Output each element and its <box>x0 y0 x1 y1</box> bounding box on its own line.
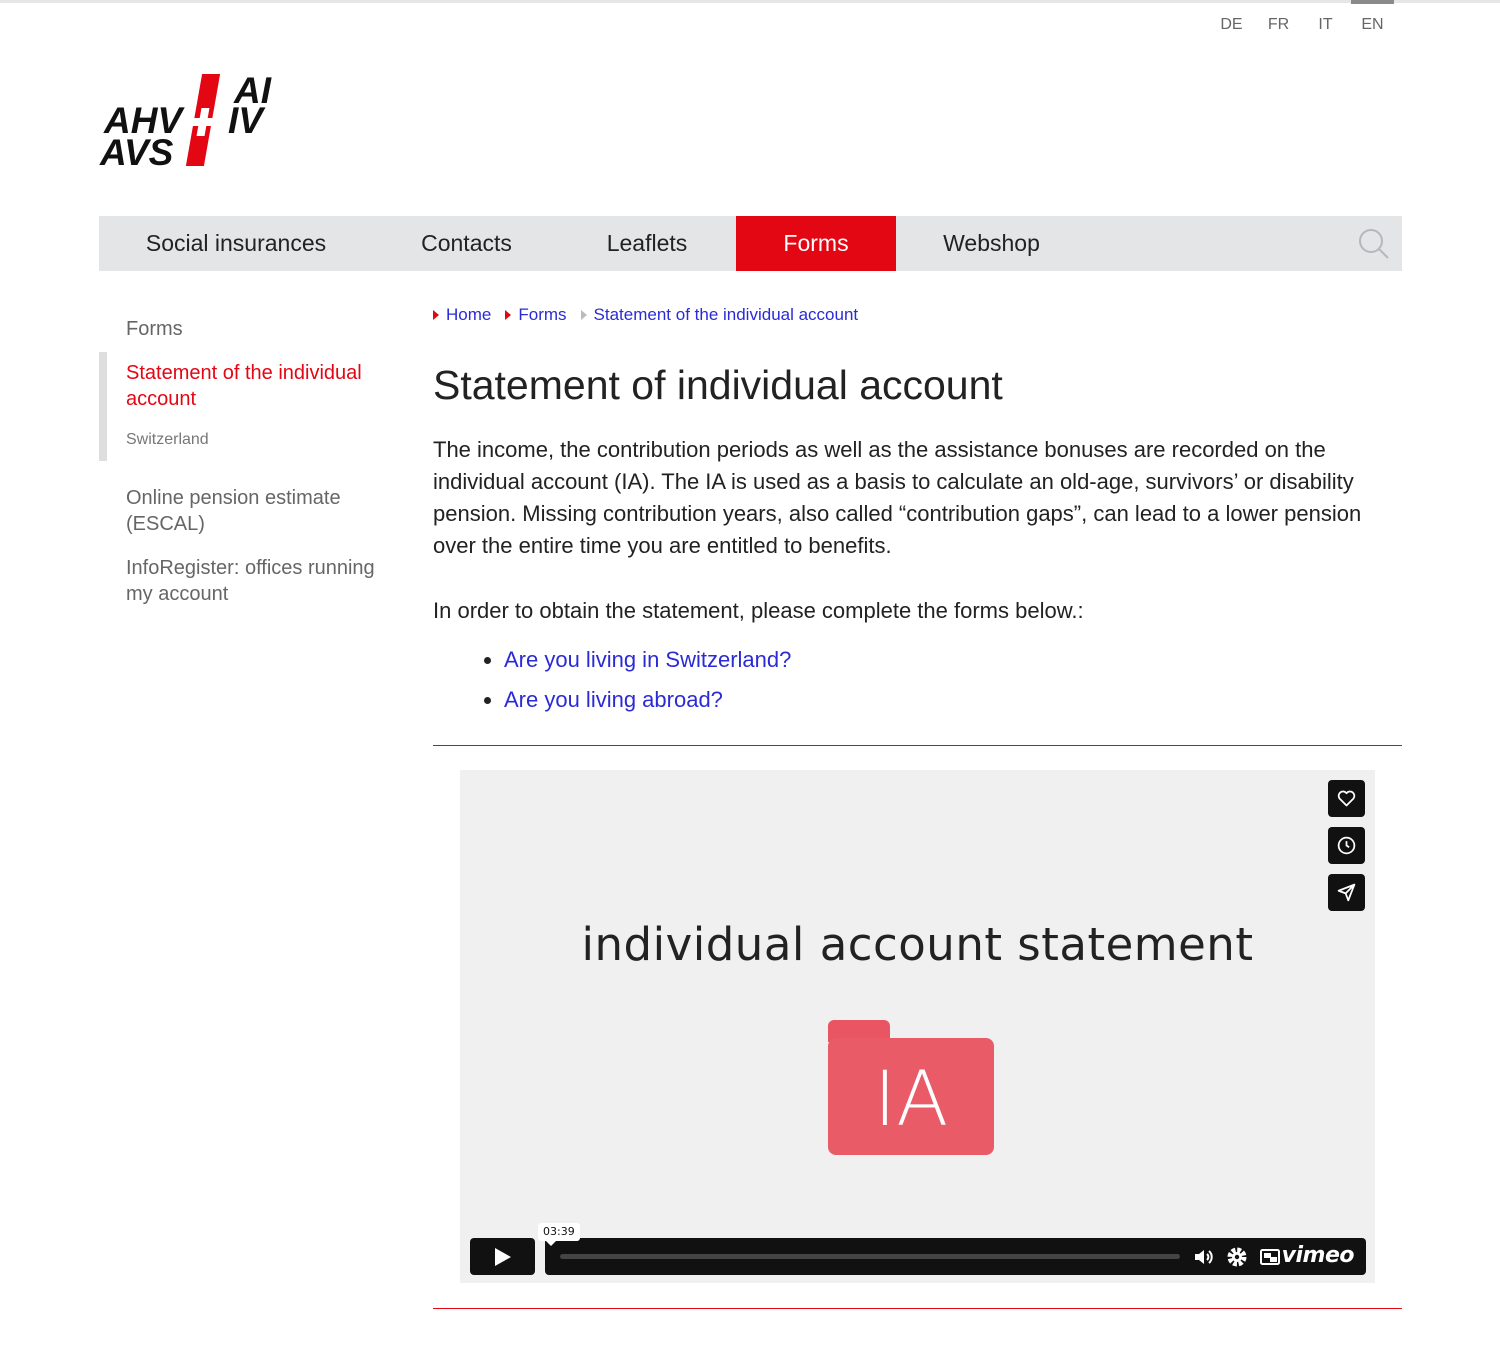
vimeo-logo[interactable]: vimeo <box>1282 1243 1355 1268</box>
send-icon[interactable] <box>1328 874 1365 911</box>
video-title: individual account statement <box>581 918 1254 971</box>
folder-label: IA <box>873 1054 949 1143</box>
sidebar-item-inforegister[interactable]: InfoRegister: offices running my account <box>126 555 396 607</box>
forms-lead-text: In order to obtain the statement, please… <box>433 598 1084 623</box>
ahv-avs-logo[interactable]: AHV AVS AI IV <box>100 72 280 173</box>
list-item: Are you living in Switzerland? <box>504 640 791 680</box>
language-switcher: DE FR IT EN <box>1208 0 1396 36</box>
breadcrumb-home[interactable]: Home <box>433 304 491 326</box>
lang-fr[interactable]: FR <box>1255 14 1302 36</box>
sidebar-item-individual-account[interactable]: Statement of the individual account <box>126 360 391 412</box>
caret-right-icon <box>580 310 587 320</box>
link-living-abroad[interactable]: Are you living abroad? <box>504 687 723 712</box>
settings-gear-icon[interactable] <box>1225 1245 1249 1269</box>
intro-paragraph: The income, the contribution periods as … <box>433 437 1362 558</box>
main-nav: Social insurances Contacts Leaflets Form… <box>99 216 1402 271</box>
page-title: Statement of individual account <box>433 362 1003 408</box>
nav-contacts[interactable]: Contacts <box>399 216 534 271</box>
video-control-bar: vimeo <box>545 1238 1366 1275</box>
caret-right-icon <box>505 310 512 320</box>
nav-social-insurances[interactable]: Social insurances <box>121 216 351 271</box>
top-border <box>0 0 1500 3</box>
sidebar-subitem-switzerland[interactable]: Switzerland <box>126 431 209 449</box>
search-icon[interactable] <box>1358 228 1390 260</box>
sidebar-heading[interactable]: Forms <box>126 318 183 341</box>
folder-icon: IA <box>828 1020 994 1155</box>
breadcrumb: Home Forms Statement of the individual a… <box>433 304 872 326</box>
progress-scrubber[interactable] <box>560 1254 1180 1259</box>
lang-en[interactable]: EN <box>1349 0 1396 36</box>
list-item: Are you living abroad? <box>504 680 791 720</box>
heart-icon[interactable] <box>1328 780 1365 817</box>
breadcrumb-forms[interactable]: Forms <box>505 304 567 326</box>
pip-icon[interactable] <box>1258 1245 1282 1269</box>
sidebar-item-pension-estimate[interactable]: Online pension estimate (ESCAL) <box>126 485 396 537</box>
link-living-in-switzerland[interactable]: Are you living in Switzerland? <box>504 647 791 672</box>
breadcrumb-label: Statement of the individual account <box>593 305 859 324</box>
lang-de[interactable]: DE <box>1208 14 1255 36</box>
sidebar-active-indicator <box>99 352 107 461</box>
nav-leaflets[interactable]: Leaflets <box>587 216 707 271</box>
logo-text-iv: IV <box>228 100 263 141</box>
video-duration-tooltip: 03:39 <box>538 1223 580 1246</box>
forms-link-list: Are you living in Switzerland? Are you l… <box>460 640 791 720</box>
logo-text-avs: AVS <box>100 132 174 173</box>
lang-it[interactable]: IT <box>1302 14 1349 36</box>
divider <box>433 1308 1402 1309</box>
volume-icon[interactable] <box>1192 1245 1216 1269</box>
nav-forms[interactable]: Forms <box>736 216 896 271</box>
nav-webshop[interactable]: Webshop <box>929 216 1054 271</box>
breadcrumb-label: Forms <box>518 305 567 324</box>
divider <box>433 745 1402 746</box>
play-icon <box>495 1248 511 1266</box>
caret-right-icon <box>433 310 439 320</box>
video-player[interactable]: individual account statement IA vimeo 03… <box>460 770 1375 1283</box>
clock-icon[interactable] <box>1328 827 1365 864</box>
play-button[interactable] <box>470 1238 535 1275</box>
breadcrumb-label: Home <box>446 305 492 324</box>
breadcrumb-current[interactable]: Statement of the individual account <box>580 304 859 326</box>
